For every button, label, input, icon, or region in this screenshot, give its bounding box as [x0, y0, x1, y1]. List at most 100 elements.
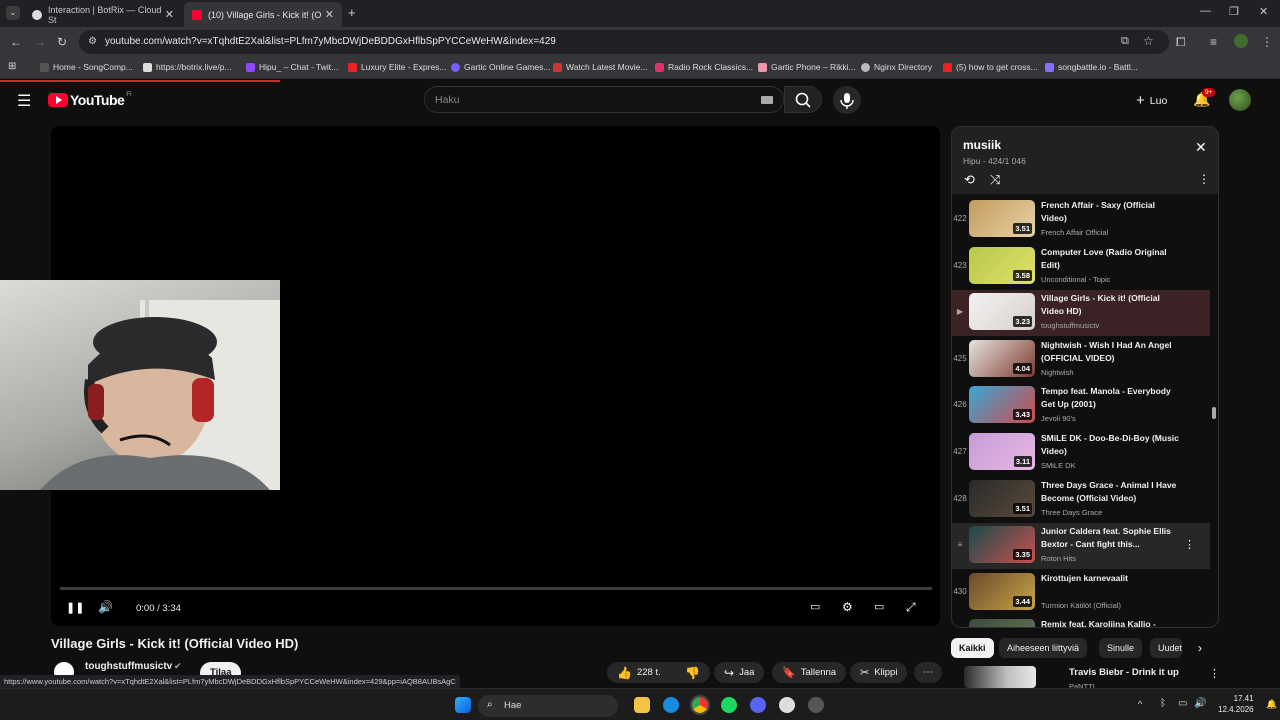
playlist-menu-icon[interactable]: ⋮ [1198, 172, 1210, 186]
bookmark-item[interactable]: https://botrix.live/p... [143, 62, 232, 72]
site-info-icon[interactable]: ⚙ [88, 36, 97, 47]
playlist-item-thumbnail[interactable]: 3.43 [969, 386, 1035, 424]
chevron-right-icon[interactable]: › [1198, 641, 1202, 655]
share-button[interactable]: ↪ Jaa [714, 662, 765, 683]
playlist-item-title[interactable]: Nightwish - Wish I Had An Angel (OFFICIA… [1041, 339, 1181, 365]
search-input[interactable]: Haku [424, 86, 784, 113]
voice-search-button[interactable] [833, 86, 861, 114]
playlist-title[interactable]: musiik [963, 138, 1001, 152]
item-menu-icon[interactable]: ⋮ [1184, 538, 1195, 551]
playlist-item-thumbnail[interactable]: 3.23 [969, 293, 1035, 331]
tray-chevron-icon[interactable]: ^ [1138, 699, 1142, 709]
video-progress-bar[interactable] [60, 587, 932, 590]
clip-button[interactable]: ✂ Klippi [850, 662, 908, 683]
playlist-item[interactable]: 427 3.11 SMiLE DK - Doo-Be-Di-Boy (Music V… [952, 430, 1210, 476]
browser-menu-icon[interactable]: ⋮ [1261, 35, 1273, 49]
maximize-icon[interactable]: ❐ [1229, 5, 1239, 18]
playlist-item-title[interactable]: Village Girls - Kick it! (Official Video… [1041, 292, 1181, 318]
shuffle-icon[interactable]: ⤨ [990, 172, 1000, 188]
chip-for-you[interactable]: Sinulle [1099, 638, 1143, 658]
bookmark-star-icon[interactable]: ☆ [1143, 34, 1154, 48]
playlist-item-thumbnail[interactable]: 3.35 [969, 526, 1035, 564]
bookmark-item[interactable]: songbattle.io - Battl... [1045, 62, 1138, 72]
close-window-icon[interactable]: ✕ [1259, 5, 1268, 18]
profile-avatar[interactable] [1234, 34, 1248, 48]
save-button[interactable]: 🔖 Tallenna [772, 662, 847, 683]
search-button[interactable] [784, 86, 822, 113]
playlist-item[interactable]: ≡ 3.35 Junior Caldera feat. Sophie Ellis B… [952, 523, 1210, 570]
playlist-item-title[interactable]: SMiLE DK - Doo-Be-Di-Boy (Music Video) [1041, 432, 1181, 458]
channel-name[interactable]: toughstuffmusictv [85, 661, 172, 672]
reading-list-icon[interactable]: ≡ [1210, 35, 1217, 49]
playlist-item[interactable]: 431Remix feat. Karoliina Kallio - [952, 616, 1210, 627]
obs-icon[interactable] [779, 697, 795, 713]
network-icon[interactable]: ▭ [1178, 698, 1187, 709]
playlist-item-title[interactable]: Remix feat. Karoliina Kallio - [1041, 618, 1181, 627]
forward-icon[interactable]: → [34, 35, 46, 49]
playlist-item-title[interactable]: Tempo feat. Manola - Everybody Get Up (2… [1041, 385, 1181, 411]
playlist-item[interactable]: ▶ 3.23 Village Girls - Kick it! (Official … [952, 290, 1210, 337]
playlist-item-thumbnail[interactable]: 4.04 [969, 339, 1035, 377]
like-count[interactable]: 228 t. [637, 667, 661, 678]
bookmark-item[interactable]: Watch Latest Movie... [553, 62, 647, 72]
bookmark-item[interactable]: Luxury Elite - Expres... [348, 62, 447, 72]
playlist-item[interactable]: 430 3.44 Kirottujen karnevaalit Turmion Kät… [952, 570, 1210, 616]
reload-icon[interactable]: ↻ [57, 35, 67, 49]
bookmark-item[interactable]: Home - SongComp... [40, 62, 133, 72]
youtube-logo[interactable]: YouTube FI [48, 92, 132, 108]
dislike-icon[interactable]: 👎 [685, 666, 700, 680]
bookmark-item[interactable]: Radio Rock Classics... [655, 62, 753, 72]
playlist-item-title[interactable]: Kirottujen karnevaalit [1041, 572, 1181, 585]
apps-grid-icon[interactable]: ⊞ [8, 61, 16, 72]
settings-gear-icon[interactable]: ⚙ [842, 600, 853, 614]
cast-icon[interactable]: ⧉ [1121, 35, 1129, 48]
keyboard-icon[interactable] [761, 96, 773, 104]
discord-icon[interactable] [750, 697, 766, 713]
tab-search-button[interactable]: ⌄ [6, 6, 20, 20]
file-explorer-icon[interactable] [634, 697, 650, 713]
playlist-item[interactable]: 426 3.43 Tempo feat. Manola - Everybody Ge… [952, 383, 1210, 429]
url-text[interactable]: youtube.com/watch?v=xTqhdtE2Xal&list=PLf… [105, 36, 556, 47]
clock[interactable]: 17.41 12.4.2026 [1218, 693, 1254, 715]
bookmark-item[interactable]: Gartic Online Games... [451, 62, 550, 72]
extensions-icon[interactable]: ⧠ [1176, 35, 1186, 50]
recommended-title[interactable]: Travis Biebr - Drink it up [1069, 667, 1179, 678]
playlist-subtitle[interactable]: Hipu - 424/1 046 [963, 156, 1026, 166]
minimize-icon[interactable]: — [1200, 5, 1211, 17]
chip-related[interactable]: Aiheeseen liittyviä [999, 638, 1088, 658]
windows-start-icon[interactable] [455, 697, 471, 713]
playlist-scrollbar[interactable] [1212, 407, 1216, 419]
notifications-icon[interactable]: 🔔 [1266, 699, 1277, 710]
bluetooth-icon[interactable]: ᛒ [1160, 698, 1166, 709]
playlist-item[interactable]: 428 3.51 Three Days Grace - Animal I Have … [952, 477, 1210, 523]
new-tab-button[interactable]: + [348, 5, 356, 20]
back-icon[interactable]: ← [10, 35, 22, 49]
recommended-menu-icon[interactable]: ⋮ [1209, 667, 1220, 680]
speaker-icon[interactable]: 🔊 [1194, 698, 1206, 709]
playlist-item-thumbnail[interactable]: 3.51 [969, 479, 1035, 517]
more-actions-button[interactable]: ⋯ [914, 662, 942, 683]
chip-new[interactable]: Uudet [1150, 638, 1182, 658]
playlist-item-title[interactable]: Three Days Grace - Animal I Have Become … [1041, 479, 1181, 505]
playlist-item[interactable]: 423 3.58 Computer Love (Radio Original Edi… [952, 244, 1210, 290]
spotify-icon[interactable] [721, 697, 737, 713]
bookmark-item[interactable]: Hipu_ – Chat - Twit... [246, 62, 338, 72]
app-icon[interactable] [808, 697, 824, 713]
close-icon[interactable]: ✕ [1195, 139, 1207, 156]
playlist-item-thumbnail[interactable]: 3.44 [969, 572, 1035, 610]
playlist-item-thumbnail[interactable]: 3.58 [969, 246, 1035, 284]
tab-botrix[interactable]: Interaction | BotRix — Cloud St ✕ [24, 2, 182, 27]
edge-icon[interactable] [663, 697, 679, 713]
playlist-item-thumbnail[interactable]: 3.51 [969, 200, 1035, 237]
playlist-item[interactable]: 425 4.04 Nightwish - Wish I Had An Angel (… [952, 337, 1210, 383]
guide-menu-icon[interactable]: ☰ [17, 91, 31, 111]
like-icon[interactable]: 👍 [617, 666, 632, 680]
chip-all[interactable]: Kaikki [951, 638, 994, 658]
address-bar[interactable]: ⚙ youtube.com/watch?v=xTqhdtE2Xal&list=P… [79, 30, 1169, 54]
taskbar-search[interactable]: ⌕ Hae [478, 695, 618, 717]
bookmark-item[interactable]: (5) how to get cross... [943, 62, 1038, 72]
recommended-thumbnail[interactable] [964, 666, 1036, 688]
volume-icon[interactable]: 🔊 [98, 600, 113, 614]
close-tab-icon[interactable]: ✕ [325, 8, 334, 21]
fullscreen-icon[interactable]: ⤢ [906, 600, 916, 615]
